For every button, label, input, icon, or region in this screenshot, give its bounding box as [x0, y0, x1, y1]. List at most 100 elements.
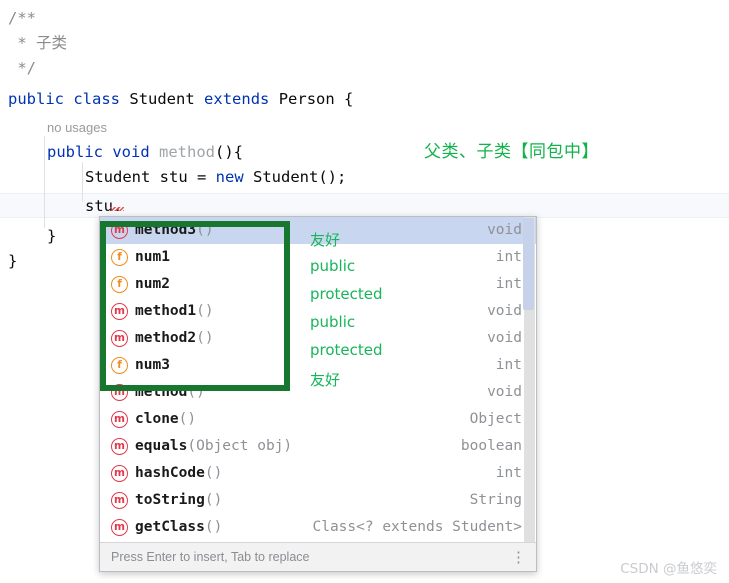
completion-item-label: method — [135, 384, 188, 400]
completion-item-label: clone — [135, 411, 179, 427]
popup-status-text: Press Enter to insert, Tab to replace — [111, 550, 310, 564]
completion-item-signature: () — [204, 492, 223, 508]
field-icon: f — [111, 276, 128, 293]
code-token: (){ — [215, 143, 244, 161]
method-icon: m — [111, 465, 128, 482]
code-line: * 子类 — [0, 31, 67, 56]
completion-item-label: getClass — [135, 519, 205, 535]
code-token: method — [159, 143, 216, 161]
method-icon: m — [111, 411, 128, 428]
completion-item-signature: () — [204, 519, 223, 535]
annotation-title: 父类、子类【同包中】 — [424, 142, 599, 162]
completion-item-type: String — [469, 492, 522, 508]
method-icon: m — [111, 438, 128, 455]
completion-item-signature: () — [196, 222, 214, 238]
completion-item-type: void — [487, 222, 522, 238]
code-line: public void method(){ — [0, 140, 243, 165]
code-token: Student — [253, 168, 319, 186]
popup-scrollbar-track[interactable] — [523, 217, 535, 543]
code-token: Person — [278, 90, 335, 108]
completion-item[interactable]: m hashCode() int — [100, 460, 536, 487]
method-icon: m — [111, 519, 128, 536]
field-icon: f — [111, 357, 128, 374]
completion-item-label: equals — [135, 438, 188, 454]
code-line: */ — [0, 56, 36, 81]
annotation-modifier: public — [310, 313, 356, 331]
code-token: Student — [129, 90, 195, 108]
annotation-modifier: 友好 — [310, 231, 341, 249]
code-token: /** — [8, 9, 36, 27]
code-token: Student — [85, 168, 151, 186]
code-line: } — [0, 224, 56, 249]
code-token: new — [215, 168, 244, 186]
completion-item-signature: () — [204, 465, 223, 481]
completion-item-signature: () — [196, 330, 214, 346]
code-line: no usages — [0, 115, 107, 140]
popup-status-bar: Press Enter to insert, Tab to replace ⋮ — [100, 542, 536, 571]
completion-item-label: hashCode — [135, 465, 205, 481]
completion-item-type: void — [487, 303, 522, 319]
method-icon: m — [111, 330, 128, 347]
completion-item-type: int — [495, 249, 522, 265]
completion-item-type: boolean — [460, 438, 522, 454]
completion-item-signature: () — [187, 384, 205, 400]
code-line: public class Student extends Person { — [0, 87, 353, 112]
method-icon: m — [111, 384, 128, 401]
completion-item-label: toString — [135, 492, 205, 508]
method-icon: m — [111, 222, 128, 239]
code-token: class — [73, 90, 121, 108]
completion-item-signature: (Object obj) — [187, 438, 293, 454]
completion-item[interactable]: m equals (Object obj) boolean — [100, 433, 536, 460]
completion-item-type: void — [487, 384, 522, 400]
completion-item-type: Object — [469, 411, 522, 427]
completion-item-type: int — [495, 357, 522, 373]
completion-item-type: Class<? extends Student> — [312, 519, 522, 535]
popup-overflow-menu-icon[interactable]: ⋮ — [511, 549, 526, 565]
annotation-modifier: protected — [310, 285, 383, 303]
code-token: */ — [8, 59, 36, 77]
code-token: * 子类 — [8, 34, 67, 52]
annotation-modifier: 友好 — [310, 371, 341, 389]
completion-item[interactable]: m toString() String — [100, 487, 536, 514]
code-token: (); — [318, 168, 347, 186]
completion-item[interactable]: m clone() Object — [100, 406, 536, 433]
code-token: public — [8, 90, 64, 108]
code-token: } — [47, 227, 57, 245]
completion-item-type: int — [495, 276, 522, 292]
code-token: { — [334, 90, 354, 108]
completion-item-label: num1 — [135, 249, 170, 265]
completion-item-signature: () — [178, 411, 197, 427]
completion-item-type: void — [487, 330, 522, 346]
code-token: stu = — [150, 168, 216, 186]
code-line: Student stu = new Student(); — [0, 165, 346, 190]
error-squiggle — [110, 207, 124, 211]
popup-scrollbar-thumb[interactable] — [523, 218, 534, 310]
completion-item-type: int — [495, 465, 522, 481]
code-token: extends — [204, 90, 270, 108]
completion-item[interactable]: m getClass() Class<? extends Student> — [100, 514, 536, 541]
completion-item-label: num3 — [135, 357, 170, 373]
code-token: no usages — [47, 120, 107, 135]
annotation-modifier: protected — [310, 341, 383, 359]
completion-item-label: method2 — [135, 330, 197, 346]
code-line: /** — [0, 6, 36, 31]
field-icon: f — [111, 249, 128, 266]
completion-item-label: method1 — [135, 303, 197, 319]
watermark: CSDN @鱼悠奕 — [620, 561, 717, 577]
annotation-modifier: public — [310, 257, 356, 275]
code-token: public — [47, 143, 103, 161]
method-icon: m — [111, 492, 128, 509]
completion-item-signature: () — [196, 303, 214, 319]
method-icon: m — [111, 303, 128, 320]
code-token: void — [112, 143, 150, 161]
code-line: } — [0, 249, 17, 274]
completion-item-label: num2 — [135, 276, 170, 292]
screenshot-root: /** * 子类 */ public class Student extends … — [0, 0, 729, 583]
